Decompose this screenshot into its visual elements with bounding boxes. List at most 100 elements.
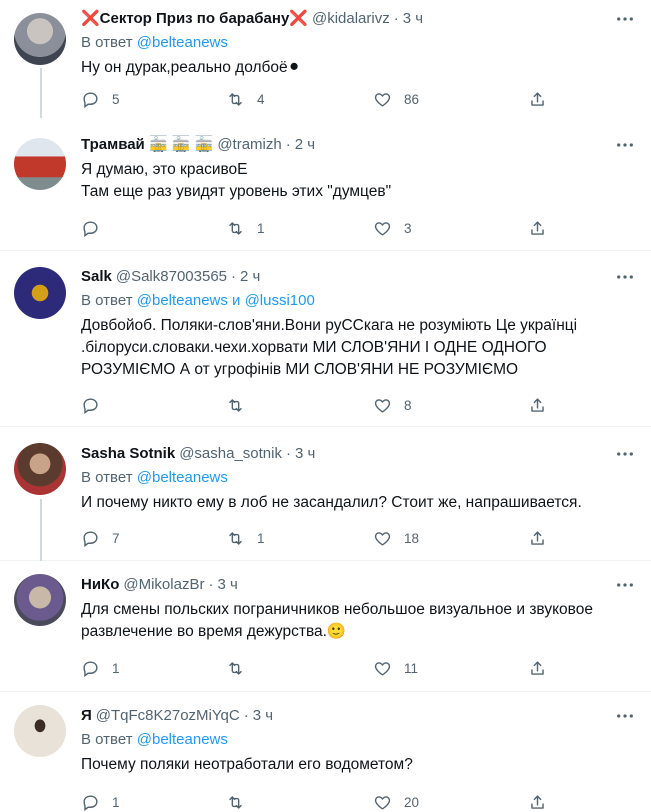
tweet-time[interactable]: 2 ч bbox=[295, 135, 315, 155]
retweet-count: 4 bbox=[257, 91, 265, 107]
avatar[interactable] bbox=[14, 705, 66, 757]
retweet-icon bbox=[229, 92, 242, 106]
retweet-button[interactable] bbox=[226, 395, 257, 415]
retweet-count: 1 bbox=[257, 530, 265, 546]
separator-dot: · bbox=[231, 268, 237, 285]
retweet-button[interactable]: 1 bbox=[226, 218, 265, 238]
action-bar: 1 3 bbox=[81, 218, 551, 238]
tweet-time[interactable]: 3 ч bbox=[295, 444, 315, 464]
tweet-time[interactable]: 3 ч bbox=[217, 575, 237, 595]
reply-context: В ответ @belteanews bbox=[81, 33, 635, 53]
reply-count: 7 bbox=[112, 530, 120, 546]
share-button[interactable] bbox=[528, 528, 547, 548]
share-button[interactable] bbox=[528, 792, 547, 812]
avatar[interactable] bbox=[14, 443, 66, 495]
heart-icon bbox=[374, 221, 391, 236]
retweet-icon bbox=[229, 398, 242, 412]
avatar[interactable] bbox=[14, 267, 66, 319]
avatar[interactable] bbox=[14, 574, 66, 626]
reply-mention-link[interactable]: @belteanews bbox=[137, 469, 228, 486]
retweet-button[interactable] bbox=[226, 792, 257, 812]
tweet-time[interactable]: 2 ч bbox=[240, 267, 260, 287]
retweet-icon bbox=[229, 531, 242, 545]
like-button[interactable]: 3 bbox=[373, 218, 412, 238]
like-count: 8 bbox=[404, 397, 412, 413]
more-icon[interactable] bbox=[615, 9, 635, 29]
reply-prefix: В ответ bbox=[81, 34, 133, 51]
thread-line bbox=[40, 68, 42, 118]
tweet-time[interactable]: 3 ч bbox=[403, 9, 423, 29]
reply-button[interactable]: 1 bbox=[81, 658, 120, 678]
author-handle[interactable]: @TqFc8K27ozMiYqC bbox=[96, 706, 240, 726]
avatar[interactable] bbox=[14, 138, 66, 190]
tweet-text: Для смены польских пограничников небольш… bbox=[81, 601, 593, 640]
reply-icon bbox=[83, 397, 98, 414]
retweet-button[interactable]: 1 bbox=[226, 528, 265, 548]
tweet[interactable]: НиКо @MikolazBr · 3 ч Для смены польских… bbox=[0, 561, 651, 692]
more-icon[interactable] bbox=[615, 135, 635, 155]
author-name[interactable]: Трамвай 🚋 🚋 🚋 bbox=[81, 135, 213, 155]
tweet[interactable]: Salk @Salk87003565 · 2 ч В ответ @beltea… bbox=[0, 251, 651, 427]
like-button[interactable]: 86 bbox=[373, 89, 419, 109]
share-button[interactable] bbox=[528, 395, 547, 415]
tweet[interactable]: ❌Сектор Приз по барабану❌ @kidalarivz · … bbox=[0, 0, 651, 118]
reply-icon bbox=[83, 660, 98, 677]
like-button[interactable]: 8 bbox=[373, 395, 412, 415]
action-bar: 8 bbox=[81, 395, 551, 415]
retweet-icon bbox=[229, 795, 242, 809]
author-name[interactable]: ❌Сектор Приз по барабану❌ bbox=[81, 9, 308, 29]
retweet-icon bbox=[229, 221, 242, 235]
reply-mention-link[interactable]: @belteanews bbox=[137, 731, 228, 748]
reply-mention-link[interactable]: @belteanews bbox=[137, 34, 228, 51]
heart-icon bbox=[374, 661, 391, 676]
author-name[interactable]: Salk bbox=[81, 267, 112, 287]
reply-prefix: В ответ bbox=[81, 731, 133, 748]
reply-mention-link[interactable]: @belteanews и @lussi100 bbox=[137, 292, 315, 309]
tweet-time[interactable]: 3 ч bbox=[253, 706, 273, 726]
retweet-button[interactable] bbox=[226, 658, 257, 678]
share-icon bbox=[531, 794, 544, 809]
separator-dot: · bbox=[285, 136, 291, 153]
author-name[interactable]: Sasha Sotnik bbox=[81, 444, 175, 464]
more-icon[interactable] bbox=[615, 706, 635, 726]
heart-icon bbox=[374, 398, 391, 413]
reply-icon bbox=[83, 794, 98, 811]
tweet-text: Я думаю, это красивоЕ Там еще раз увидят… bbox=[81, 161, 392, 200]
tweet[interactable]: Трамвай 🚋 🚋 🚋 @tramizh · 2 ч Я думаю, эт… bbox=[0, 118, 651, 251]
author-handle[interactable]: @sasha_sotnik bbox=[179, 444, 282, 464]
reply-button[interactable] bbox=[81, 218, 112, 238]
share-button[interactable] bbox=[528, 89, 547, 109]
like-count: 11 bbox=[404, 660, 419, 676]
tweet[interactable]: Я @TqFc8K27ozMiYqC · 3 ч В ответ @beltea… bbox=[0, 692, 651, 812]
like-button[interactable]: 20 bbox=[373, 792, 419, 812]
share-icon bbox=[531, 397, 544, 412]
heart-icon bbox=[374, 795, 391, 810]
author-handle[interactable]: @MikolazBr bbox=[123, 575, 204, 595]
tweet-text: И почему никто ему в лоб не засандалил? … bbox=[81, 494, 582, 511]
reply-button[interactable] bbox=[81, 395, 112, 415]
reply-button[interactable]: 1 bbox=[81, 792, 120, 812]
like-button[interactable]: 11 bbox=[373, 658, 418, 678]
like-count: 86 bbox=[404, 91, 420, 107]
reply-icon bbox=[83, 530, 98, 547]
heart-icon bbox=[374, 531, 391, 546]
like-button[interactable]: 18 bbox=[373, 528, 419, 548]
reply-count: 1 bbox=[112, 794, 120, 810]
reply-button[interactable]: 5 bbox=[81, 89, 120, 109]
author-handle[interactable]: @Salk87003565 bbox=[116, 267, 227, 287]
more-icon[interactable] bbox=[615, 444, 635, 464]
like-count: 20 bbox=[404, 794, 420, 810]
author-handle[interactable]: @kidalarivz bbox=[312, 9, 390, 29]
share-button[interactable] bbox=[528, 218, 547, 238]
author-name[interactable]: Я bbox=[81, 706, 92, 726]
reply-count: 5 bbox=[112, 91, 120, 107]
retweet-button[interactable]: 4 bbox=[226, 89, 265, 109]
more-icon[interactable] bbox=[615, 267, 635, 287]
avatar[interactable] bbox=[14, 13, 66, 65]
tweet[interactable]: Sasha Sotnik @sasha_sotnik · 3 ч В ответ… bbox=[0, 427, 651, 561]
author-handle[interactable]: @tramizh bbox=[217, 135, 281, 155]
author-name[interactable]: НиКо bbox=[81, 575, 119, 595]
more-icon[interactable] bbox=[615, 575, 635, 595]
reply-button[interactable]: 7 bbox=[81, 528, 120, 548]
share-button[interactable] bbox=[528, 658, 547, 678]
